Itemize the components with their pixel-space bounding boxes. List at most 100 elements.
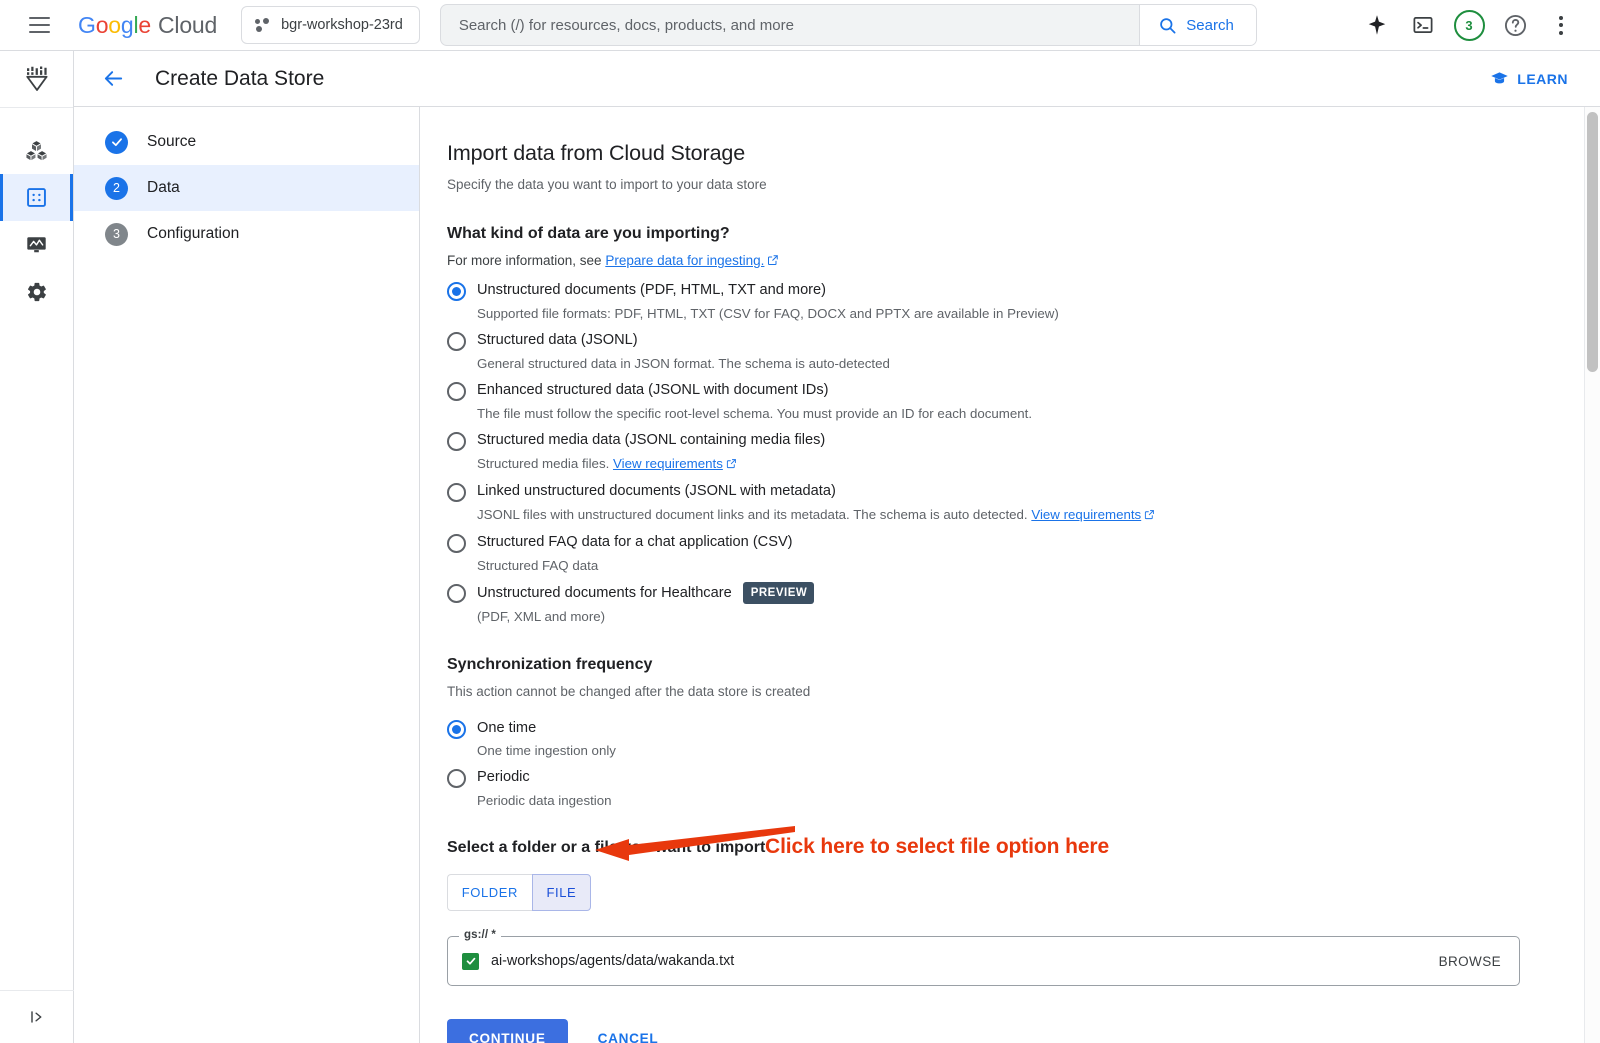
notification-badge: 3	[1454, 10, 1485, 41]
notifications-icon[interactable]: 3	[1448, 4, 1490, 46]
radio-unstructured-documents-healthcare[interactable]: Unstructured documents for Healthcare PR…	[447, 582, 1580, 633]
radio-label: Unstructured documents for Healthcare	[477, 583, 732, 604]
step-data[interactable]: 2 Data	[74, 165, 419, 211]
google-cloud-console-page: GoogleCloud bgr-workshop-23rd Search	[0, 0, 1600, 1043]
form-actions: CONTINUE CANCEL	[447, 1019, 1580, 1043]
radio-button[interactable]	[447, 584, 466, 603]
radio-button[interactable]	[447, 432, 466, 451]
cancel-button[interactable]: CANCEL	[586, 1021, 671, 1043]
help-icon[interactable]	[1494, 4, 1536, 46]
hamburger-menu-icon[interactable]	[18, 4, 60, 46]
sidebar-item-settings[interactable]	[0, 268, 73, 315]
main-content: Import data from Cloud Storage Specify t…	[420, 107, 1580, 1043]
wizard-stepper: Source 2 Data 3 Configuration	[74, 107, 420, 1043]
learn-button[interactable]: LEARN	[1480, 61, 1578, 96]
radio-structured-media-data[interactable]: Structured media data (JSONL containing …	[447, 430, 1580, 480]
radio-periodic[interactable]: Periodic Periodic data ingestion	[447, 767, 1580, 816]
radio-description: Periodic data ingestion	[477, 791, 612, 810]
folder-toggle-button[interactable]: FOLDER	[447, 874, 532, 911]
radio-description: Structured media files.	[477, 456, 613, 471]
external-link-icon	[767, 254, 779, 269]
continue-button[interactable]: CONTINUE	[447, 1019, 568, 1043]
vertical-scrollbar[interactable]	[1584, 107, 1600, 1043]
view-requirements-link[interactable]: View requirements	[1031, 507, 1141, 522]
sync-frequency-title: Synchronization frequency	[447, 656, 1580, 674]
radio-label: Periodic	[477, 767, 530, 788]
search-button-label: Search	[1186, 17, 1234, 34]
search-input[interactable]	[441, 5, 1139, 45]
data-kind-help-prefix: For more information, see	[447, 253, 605, 268]
top-bar-actions: 3	[1356, 4, 1586, 46]
top-navigation-bar: GoogleCloud bgr-workshop-23rd Search	[0, 0, 1600, 51]
sidebar-item-data-stores[interactable]	[0, 174, 73, 221]
search-button[interactable]: Search	[1139, 5, 1256, 45]
radio-button[interactable]	[447, 769, 466, 788]
step-label-configuration: Configuration	[147, 225, 239, 243]
view-requirements-link[interactable]: View requirements	[613, 456, 723, 471]
notification-count: 3	[1465, 18, 1472, 33]
preview-badge: PREVIEW	[743, 582, 815, 604]
radio-label: Linked unstructured documents (JSONL wit…	[477, 481, 836, 502]
section-title: Import data from Cloud Storage	[447, 141, 1580, 166]
file-toggle-button[interactable]: FILE	[532, 874, 591, 911]
cubes-icon	[25, 139, 48, 162]
radio-description: General structured data in JSON format. …	[477, 354, 890, 373]
step-source[interactable]: Source	[74, 119, 419, 165]
radio-structured-faq-data[interactable]: Structured FAQ data for a chat applicati…	[447, 532, 1580, 581]
section-subtitle: Specify the data you want to import to y…	[447, 177, 1580, 192]
back-arrow-icon[interactable]	[94, 60, 132, 98]
radio-linked-unstructured-documents[interactable]: Linked unstructured documents (JSONL wit…	[447, 481, 1580, 531]
radio-button[interactable]	[447, 534, 466, 553]
radio-label: Structured media data (JSONL containing …	[477, 430, 825, 451]
cloud-shell-icon[interactable]	[1402, 4, 1444, 46]
prepare-data-link[interactable]: Prepare data for ingesting.	[605, 253, 764, 268]
step-configuration[interactable]: 3 Configuration	[74, 211, 419, 257]
check-icon	[110, 135, 124, 149]
expand-panel-icon[interactable]	[0, 990, 74, 1043]
gs-path-field[interactable]: gs:// * ai-workshops/agents/data/wakanda…	[447, 936, 1520, 986]
project-dots-icon	[255, 18, 270, 33]
radio-label: One time	[477, 718, 536, 739]
green-check-icon	[462, 953, 479, 970]
radio-button[interactable]	[447, 382, 466, 401]
vertex-ai-search-logo-icon[interactable]	[0, 51, 73, 108]
folder-file-toggle[interactable]: FOLDER FILE	[447, 874, 591, 911]
radio-button[interactable]	[447, 332, 466, 351]
browse-button[interactable]: BROWSE	[1437, 948, 1503, 975]
radio-description: Structured FAQ data	[477, 556, 793, 575]
sidebar-item-apps[interactable]	[0, 127, 73, 174]
radio-label: Structured FAQ data for a chat applicati…	[477, 532, 793, 553]
project-picker[interactable]: bgr-workshop-23rd	[241, 6, 420, 44]
radio-description: One time ingestion only	[477, 741, 616, 760]
search-icon	[1158, 16, 1177, 35]
page-header: Create Data Store LEARN	[74, 51, 1600, 107]
radio-unstructured-documents[interactable]: Unstructured documents (PDF, HTML, TXT a…	[447, 280, 1580, 329]
step-badge-source	[105, 131, 128, 154]
radio-button[interactable]	[447, 720, 466, 739]
scrollbar-thumb[interactable]	[1587, 112, 1598, 372]
gs-path-value[interactable]: ai-workshops/agents/data/wakanda.txt	[491, 953, 1437, 969]
radio-description: (PDF, XML and more)	[477, 607, 814, 626]
google-cloud-logo[interactable]: GoogleCloud	[78, 12, 217, 39]
radio-structured-data-jsonl[interactable]: Structured data (JSONL) General structur…	[447, 330, 1580, 379]
graduation-cap-icon	[1490, 69, 1509, 88]
gemini-sparkle-icon[interactable]	[1356, 4, 1398, 46]
data-kind-radio-group[interactable]: Unstructured documents (PDF, HTML, TXT a…	[447, 280, 1580, 633]
radio-description: Supported file formats: PDF, HTML, TXT (…	[477, 304, 1059, 323]
step-badge-configuration: 3	[105, 223, 128, 246]
radio-one-time[interactable]: One time One time ingestion only	[447, 718, 1580, 767]
radio-enhanced-structured-data[interactable]: Enhanced structured data (JSONL with doc…	[447, 380, 1580, 429]
global-search[interactable]: Search	[440, 4, 1257, 46]
radio-button[interactable]	[447, 282, 466, 301]
sync-frequency-radio-group[interactable]: One time One time ingestion only Periodi…	[447, 718, 1580, 817]
data-store-grid-icon	[25, 186, 48, 209]
sync-frequency-subtitle: This action cannot be changed after the …	[447, 684, 1580, 699]
select-source-title: Select a folder or a file you want to im…	[447, 839, 1580, 857]
project-name: bgr-workshop-23rd	[281, 17, 403, 33]
radio-button[interactable]	[447, 483, 466, 502]
page-title: Create Data Store	[155, 67, 324, 91]
sidebar-item-monitoring[interactable]	[0, 221, 73, 268]
gear-icon	[26, 281, 48, 303]
more-options-icon[interactable]	[1540, 4, 1582, 46]
radio-label: Enhanced structured data (JSONL with doc…	[477, 380, 829, 401]
